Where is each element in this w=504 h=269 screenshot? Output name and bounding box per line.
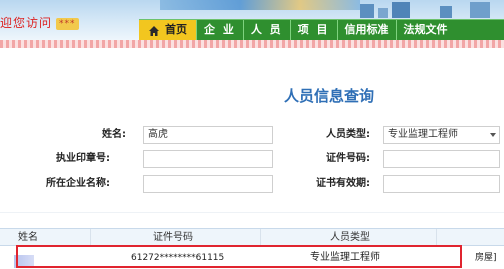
person-type-value: 专业监理工程师 xyxy=(388,129,458,140)
column-divider xyxy=(90,229,91,246)
company-name-label: 所在企业名称: xyxy=(46,178,110,189)
visit-count-badge: *** xyxy=(56,18,79,30)
nav-item-enterprise[interactable]: 企 业 xyxy=(197,20,244,40)
column-header-cert-number: 证件号码 xyxy=(153,232,193,243)
cert-number-label: 证件号码: xyxy=(326,153,370,164)
nav-item-credit-standards[interactable]: 信用标准 xyxy=(338,20,397,40)
company-name-field[interactable] xyxy=(143,175,273,193)
nav-item-personnel[interactable]: 人 员 xyxy=(244,20,291,40)
header-banner: 迎您访问 *** 首页 企 业 人 员 项 目 信用标准 法规文件 xyxy=(0,0,504,40)
column-header-name: 姓名 xyxy=(18,232,38,243)
table-row[interactable]: 61272********61115 专业监理工程师 房屋] xyxy=(0,246,504,269)
main-nav: 首页 企 业 人 员 项 目 信用标准 法规文件 xyxy=(139,19,504,40)
column-header-person-type: 人员类型 xyxy=(330,232,370,243)
banner-ticker-strip xyxy=(0,40,504,48)
welcome-label: 迎您访问 xyxy=(0,16,53,30)
banner-building xyxy=(360,4,374,18)
home-icon xyxy=(148,24,160,36)
name-field[interactable]: 高虎 xyxy=(143,126,273,144)
cell-person-type: 专业监理工程师 xyxy=(310,252,380,263)
banner-building xyxy=(378,8,388,18)
nav-item-projects[interactable]: 项 目 xyxy=(291,20,338,40)
banner-decoration xyxy=(160,0,360,10)
column-divider xyxy=(436,229,437,246)
redacted-name-block xyxy=(14,255,34,268)
column-divider xyxy=(260,229,261,246)
welcome-text: 迎您访问 *** xyxy=(0,14,79,30)
page-root: 迎您访问 *** 首页 企 业 人 员 项 目 信用标准 法规文件 人员信息查询 … xyxy=(0,0,504,269)
name-label: 姓名: xyxy=(102,129,126,140)
cell-cert-number: 61272********61115 xyxy=(131,253,225,263)
cert-validity-field[interactable] xyxy=(383,175,500,193)
person-type-select[interactable]: 专业监理工程师 xyxy=(383,126,500,144)
banner-building xyxy=(392,2,410,18)
banner-building xyxy=(470,2,490,18)
chevron-down-icon xyxy=(490,133,496,137)
nav-item-regulations[interactable]: 法规文件 xyxy=(397,20,455,40)
results-table-header: 姓名 证件号码 人员类型 xyxy=(0,228,504,246)
section-divider xyxy=(0,212,504,213)
seal-number-field[interactable] xyxy=(143,150,273,168)
cert-validity-label: 证书有效期: xyxy=(316,178,370,189)
nav-item-home[interactable]: 首页 xyxy=(139,20,197,40)
nav-item-label: 首页 xyxy=(165,23,187,36)
seal-number-label: 执业印章号: xyxy=(56,153,110,164)
person-type-label: 人员类型: xyxy=(326,129,370,140)
cert-number-field[interactable] xyxy=(383,150,500,168)
banner-building xyxy=(440,6,452,18)
cell-extra: 房屋] xyxy=(475,253,497,263)
page-title: 人员信息查询 xyxy=(284,87,375,105)
